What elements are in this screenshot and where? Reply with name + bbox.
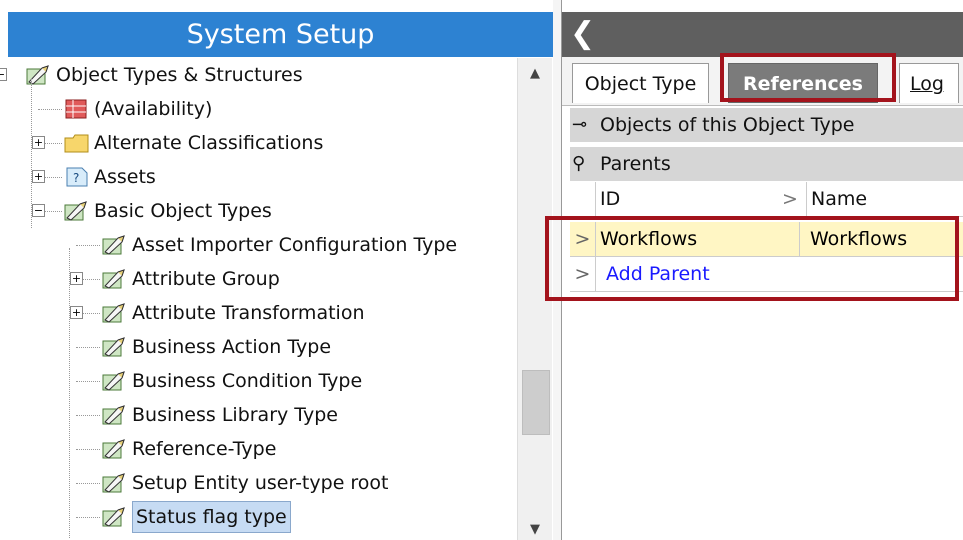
object-type-icon <box>102 506 128 528</box>
tree-item-label[interactable]: Business Action Type <box>132 332 331 362</box>
tree-connector <box>76 415 100 416</box>
tree-row[interactable]: Asset Importer Configuration Type <box>0 230 515 260</box>
expand-icon[interactable]: + <box>70 306 83 319</box>
tab-object-type[interactable]: Object Type <box>572 63 709 103</box>
tree-connector <box>76 381 100 382</box>
object-type-icon <box>102 302 128 324</box>
tree-row[interactable]: (Availability) <box>0 94 515 124</box>
section-parents[interactable]: ⚲ Parents <box>570 147 963 181</box>
header-sort-icon: > <box>782 182 798 216</box>
tree-connector <box>76 347 100 348</box>
tree-row[interactable]: − Object Types & Structures <box>0 60 515 90</box>
tree-row[interactable]: + Attribute Transformation <box>0 298 515 328</box>
tree-item-label[interactable]: Reference-Type <box>132 434 276 464</box>
folder-icon <box>64 132 90 154</box>
tree-row[interactable]: Status flag type <box>0 501 515 533</box>
tree-item-label[interactable]: (Availability) <box>94 94 212 124</box>
tree-item-label[interactable]: Attribute Transformation <box>132 298 364 328</box>
tree-row[interactable]: − Basic Object Types <box>0 196 515 226</box>
collapse-icon[interactable]: − <box>32 204 45 217</box>
details-header: ❮ <box>562 12 963 57</box>
svg-text:?: ? <box>73 171 79 185</box>
object-type-icon <box>26 64 52 86</box>
tree-row[interactable]: + Attribute Group <box>0 264 515 294</box>
tree-row[interactable]: Setup Entity user-type root <box>0 468 515 498</box>
tree-item-label[interactable]: Attribute Group <box>132 264 280 294</box>
tree-item-label[interactable]: Assets <box>94 162 156 192</box>
tree-item-label[interactable]: Object Types & Structures <box>56 60 303 90</box>
parents-rows-highlight <box>545 216 959 301</box>
system-setup-panel: System Setup − Object Types & Structures (… <box>0 0 553 540</box>
tree-guide-line <box>31 78 32 228</box>
object-type-icon <box>102 234 128 256</box>
object-type-icon <box>102 336 128 358</box>
tree-item-label[interactable]: Setup Entity user-type root <box>132 468 389 498</box>
header-name[interactable]: Name <box>806 182 963 216</box>
key-icon: ⊸ <box>572 114 588 135</box>
tree-row[interactable]: Business Action Type <box>0 332 515 362</box>
asset-icon: ? <box>64 166 90 188</box>
object-type-icon <box>102 370 128 392</box>
tree-item-label[interactable]: Business Library Type <box>132 400 338 430</box>
setup-tree: − Object Types & Structures (Availability)… <box>0 58 515 540</box>
object-type-icon <box>102 404 128 426</box>
expand-icon[interactable]: + <box>32 170 45 183</box>
header-id[interactable]: ID <box>600 182 770 216</box>
section-objects-label: Objects of this Object Type <box>600 114 855 136</box>
tree-item-label[interactable]: Status flag type <box>132 501 291 533</box>
tree-guide-line <box>69 248 70 538</box>
tree-connector <box>76 483 100 484</box>
grid-header-row: ID > Name <box>570 182 963 217</box>
object-type-icon <box>102 438 128 460</box>
tab-log[interactable]: Log <box>899 63 959 103</box>
panel-title: System Setup <box>8 12 553 57</box>
expand-icon[interactable]: + <box>70 272 83 285</box>
expand-icon[interactable]: + <box>32 136 45 149</box>
table-icon <box>64 98 90 120</box>
tree-item-label[interactable]: Basic Object Types <box>94 196 272 226</box>
object-type-icon <box>102 472 128 494</box>
tree-connector <box>38 109 62 110</box>
scroll-down-arrow-icon[interactable]: ▼ <box>518 520 552 540</box>
tree-connector <box>76 449 100 450</box>
tree-row[interactable]: +? Assets <box>0 162 515 192</box>
scrollbar-thumb[interactable] <box>522 370 550 435</box>
section-parents-label: Parents <box>600 153 671 175</box>
object-type-icon <box>102 268 128 290</box>
object-type-icon <box>64 200 90 222</box>
tree-item-label[interactable]: Asset Importer Configuration Type <box>132 230 457 260</box>
tree-connector <box>76 245 100 246</box>
tree-item-label[interactable]: Business Condition Type <box>132 366 362 396</box>
tree-item-label[interactable]: Alternate Classifications <box>94 128 323 158</box>
tree-row[interactable]: + Alternate Classifications <box>0 128 515 158</box>
scroll-up-arrow-icon[interactable]: ▲ <box>518 64 552 84</box>
collapse-icon[interactable]: − <box>0 68 7 81</box>
back-chevron-icon[interactable]: ❮ <box>570 16 595 52</box>
header-marker-cell <box>570 182 596 216</box>
references-tab-highlight <box>720 53 896 102</box>
section-objects-of-type[interactable]: ⊸ Objects of this Object Type <box>570 108 963 142</box>
tree-row[interactable]: Business Library Type <box>0 400 515 430</box>
tree-connector <box>76 517 100 518</box>
tree-row[interactable]: Reference-Type <box>0 434 515 464</box>
tree-row[interactable]: Business Condition Type <box>0 366 515 396</box>
pin-icon: ⚲ <box>572 153 586 174</box>
